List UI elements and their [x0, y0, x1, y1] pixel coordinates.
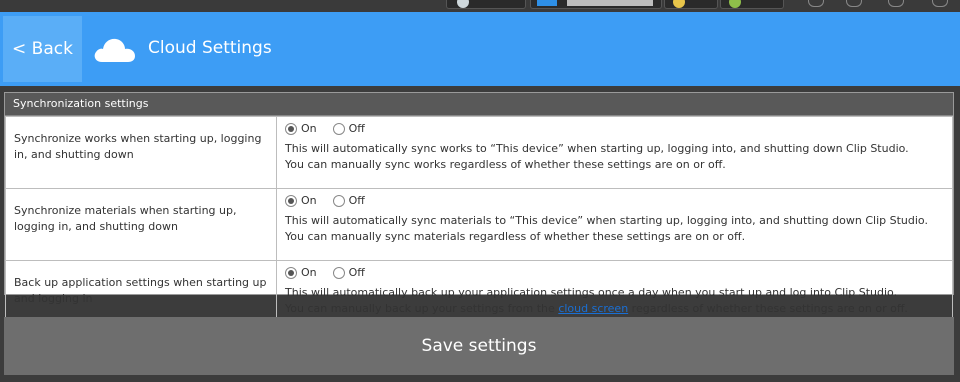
settings-table: Synchronize works when starting up, logg… — [5, 116, 953, 333]
setting-note-suffix: regardless of whether these settings are… — [628, 302, 908, 315]
radio-off-label[interactable]: Off — [349, 193, 365, 209]
cloud-screen-link[interactable]: cloud screen — [558, 302, 628, 315]
sync-settings-panel: Synchronization settings Synchronize wor… — [4, 92, 954, 333]
toolbar-chip[interactable] — [664, 0, 718, 9]
settings-row-works: Synchronize works when starting up, logg… — [5, 116, 953, 189]
toolbar-chip[interactable] — [446, 0, 526, 9]
cloud-icon — [94, 38, 135, 62]
toolbar-status-icon — [457, 0, 469, 8]
top-toolbar-strip — [0, 0, 960, 12]
panel-title: Synchronization settings — [5, 93, 953, 116]
page-title: Cloud Settings — [148, 38, 272, 58]
save-settings-button[interactable]: Save settings — [4, 317, 954, 375]
toolbar-chip[interactable] — [720, 0, 784, 9]
setting-note-prefix: You can manually back up your settings f… — [285, 302, 559, 315]
toolbar-chip[interactable] — [530, 0, 662, 9]
radio-on-label[interactable]: On — [301, 193, 317, 209]
toolbar-color-icon — [537, 0, 557, 6]
radio-off[interactable] — [332, 123, 345, 135]
notification-icon[interactable] — [846, 0, 862, 7]
setting-options: On Off This will automatically sync work… — [276, 116, 953, 189]
app-header: < Back Cloud Settings — [0, 12, 960, 86]
radio-on-label[interactable]: On — [301, 121, 317, 137]
help-icon[interactable] — [932, 0, 948, 7]
radio-on[interactable] — [285, 195, 297, 207]
radio-on[interactable] — [285, 123, 297, 135]
radio-off-label[interactable]: Off — [349, 121, 365, 137]
sync-icon[interactable] — [808, 0, 824, 7]
setting-description: This will automatically back up your app… — [285, 286, 898, 299]
radio-off-label[interactable]: Off — [349, 265, 365, 281]
setting-description: This will automatically sync materials t… — [285, 214, 928, 227]
back-button[interactable]: < Back — [3, 16, 82, 82]
toolbar-green-icon — [729, 0, 741, 8]
setting-note: You can manually back up your settings f… — [285, 301, 944, 317]
radio-off[interactable] — [332, 267, 345, 279]
radio-on-label[interactable]: On — [301, 265, 317, 281]
setting-label: Synchronize works when starting up, logg… — [5, 116, 277, 189]
setting-note: You can manually sync works regardless o… — [285, 158, 726, 171]
radio-off[interactable] — [332, 195, 345, 207]
toolbar-field — [567, 0, 653, 6]
setting-label: Synchronize materials when starting up, … — [5, 188, 277, 261]
setting-options: On Off This will automatically sync mate… — [276, 188, 953, 261]
gear-icon[interactable] — [888, 0, 904, 7]
radio-on[interactable] — [285, 267, 297, 279]
settings-row-materials: Synchronize materials when starting up, … — [5, 188, 953, 261]
toolbar-yellow-icon — [673, 0, 685, 8]
setting-description: This will automatically sync works to “T… — [285, 142, 909, 155]
setting-note: You can manually sync materials regardle… — [285, 230, 746, 243]
